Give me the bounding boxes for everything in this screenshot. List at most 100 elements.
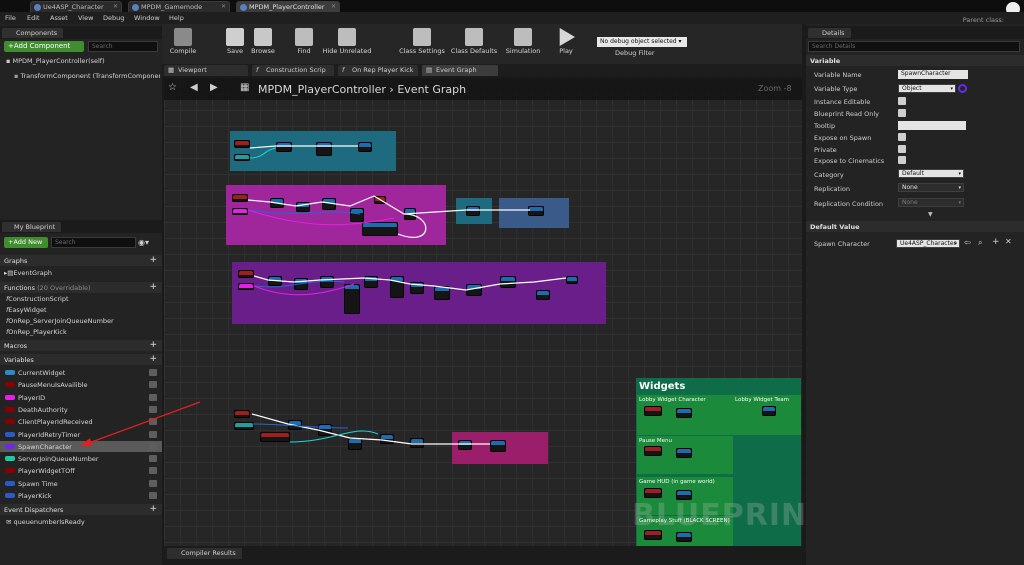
eye-icon[interactable]: [149, 381, 157, 389]
variable-section[interactable]: Variable: [806, 55, 1024, 66]
instance-editable-checkbox[interactable]: [898, 97, 906, 105]
browse-button[interactable]: Browse: [242, 26, 284, 62]
debug-object-select[interactable]: No debug object selected ▾: [597, 37, 687, 47]
document-tab-bar: Ue4ASP_Character ✕ MPDM_Gamemode ✕ MPDM_Pl…: [0, 0, 1024, 12]
add-icon[interactable]: +: [992, 237, 1000, 247]
add-icon[interactable]: +: [149, 504, 157, 514]
tab-on-rep-player-kick[interactable]: f On Rep Player Kick: [338, 65, 418, 76]
variable-type-dropdown[interactable]: Object ▾: [898, 84, 956, 93]
add-icon[interactable]: +: [149, 282, 157, 292]
use-selected-arrow-icon[interactable]: ⇦: [964, 238, 971, 247]
variable-item[interactable]: CurrentWidget: [0, 367, 162, 378]
component-self[interactable]: ▪ MPDM_PlayerController(self): [6, 57, 105, 65]
eye-icon[interactable]: [149, 467, 157, 475]
expose-to-cinematics-checkbox[interactable]: [898, 156, 906, 164]
close-icon[interactable]: ✕: [113, 3, 118, 10]
eye-icon[interactable]: [149, 479, 157, 487]
add-icon[interactable]: +: [149, 340, 157, 350]
graph-node[interactable]: [644, 406, 662, 416]
add-icon[interactable]: +: [149, 354, 157, 364]
default-value-section[interactable]: Default Value: [806, 221, 1024, 232]
tooltip-input[interactable]: [898, 121, 966, 130]
function-item[interactable]: fOnRep_PlayerKick: [6, 328, 67, 336]
tab-details[interactable]: Details: [808, 28, 851, 38]
function-item[interactable]: fOnRep_ServerJoinQueueNumber: [6, 317, 114, 325]
event-dispatchers-section[interactable]: Event Dispatchers +: [0, 504, 162, 515]
widgets-sub-title: Lobby Widget Team: [735, 397, 789, 403]
graph-node[interactable]: [676, 408, 692, 418]
tab-mpdm-playercontroller[interactable]: MPDM_PlayerController ✕: [236, 1, 340, 12]
graphs-section[interactable]: Graphs +: [0, 255, 162, 266]
add-new-button[interactable]: +Add New: [4, 237, 48, 248]
graph-node[interactable]: [762, 406, 776, 416]
play-button[interactable]: Play: [548, 26, 584, 62]
tab-event-graph[interactable]: ▤ Event Graph: [422, 65, 498, 76]
function-item[interactable]: fConstructionScript: [6, 295, 69, 303]
chevron-down-icon: ▾: [958, 200, 961, 206]
tab-components[interactable]: Components: [2, 28, 64, 38]
graph-icon: ▤: [426, 66, 433, 74]
menu-help[interactable]: Help: [169, 14, 184, 22]
expand-advanced-icon[interactable]: ▼: [928, 211, 933, 218]
function-item[interactable]: fEasyWidget: [6, 306, 47, 314]
category-dropdown[interactable]: Default ▾: [898, 169, 964, 178]
blueprint-read-only-checkbox[interactable]: [898, 109, 906, 117]
dispatcher-item[interactable]: ✉ queuenumberIsReady: [6, 518, 85, 526]
variable-item[interactable]: PlayerWidgetTOff: [0, 465, 162, 476]
replication-dropdown[interactable]: None ▾: [898, 183, 964, 192]
simulation-button[interactable]: Simulation: [500, 26, 546, 62]
hide-unrelated-button[interactable]: Hide Unrelated: [318, 26, 376, 62]
variable-item[interactable]: PlayerKick: [0, 490, 162, 501]
widgets-comment-title: Widgets: [639, 381, 686, 392]
private-checkbox[interactable]: [898, 145, 906, 153]
close-icon[interactable]: ✕: [331, 3, 336, 10]
add-component-button[interactable]: +Add Component: [4, 41, 84, 52]
tab-my-blueprint[interactable]: My Blueprint: [2, 222, 62, 232]
variable-item[interactable]: ServerJoinQueueNumber: [0, 453, 162, 464]
class-defaults-button[interactable]: Class Defaults: [450, 26, 498, 62]
my-blueprint-search-input[interactable]: Search: [51, 237, 136, 248]
components-search-input[interactable]: Search: [88, 41, 158, 52]
eye-icon[interactable]: [149, 492, 157, 499]
menu-file[interactable]: File: [5, 14, 16, 22]
clear-icon[interactable]: ✕: [1005, 237, 1012, 246]
tab-construction-script[interactable]: f Construction Scrip: [252, 65, 334, 76]
variable-item[interactable]: PauseMenuIsAvailible: [0, 379, 162, 390]
graph-node[interactable]: [644, 488, 662, 498]
menu-debug[interactable]: Debug: [103, 14, 124, 22]
menu-window[interactable]: Window: [134, 14, 160, 22]
variable-label: PlayerKick: [18, 492, 52, 500]
details-search-input[interactable]: Search Details: [808, 41, 1020, 52]
variable-label: PlayerWidgetTOff: [18, 467, 75, 476]
graph-node[interactable]: [676, 448, 692, 458]
class-settings-button[interactable]: Class Settings: [394, 26, 450, 62]
tab-ue4asp-character[interactable]: Ue4ASP_Character ✕: [30, 1, 122, 12]
details-header: Details: [806, 26, 1024, 39]
menu-view[interactable]: View: [78, 14, 93, 22]
variable-item[interactable]: Spawn Time: [0, 478, 162, 489]
spawn-character-asset-picker[interactable]: Ue4ASP_Character ▾: [896, 239, 960, 248]
visibility-eye-icon[interactable]: ◉▾: [138, 238, 149, 247]
expose-on-spawn-checkbox[interactable]: [898, 133, 906, 141]
compile-button[interactable]: Compile: [162, 26, 204, 62]
close-icon[interactable]: ✕: [221, 3, 226, 10]
variable-name-input[interactable]: SpawnCharacter: [898, 70, 968, 79]
tab-compiler-results[interactable]: Compiler Results: [167, 548, 242, 559]
menu-asset[interactable]: Asset: [50, 14, 68, 22]
menu-edit[interactable]: Edit: [27, 14, 40, 22]
browse-search-icon[interactable]: ⌕: [978, 238, 982, 248]
graph-node[interactable]: [644, 446, 662, 456]
eye-icon[interactable]: [149, 369, 157, 376]
container-type-icon[interactable]: [958, 84, 967, 93]
replication-condition-dropdown[interactable]: None ▾: [898, 198, 964, 207]
component-transform[interactable]: ▪ TransformComponent (TransformComponent…: [14, 72, 160, 80]
tab-viewport[interactable]: ▦ Viewport: [164, 65, 248, 76]
functions-section[interactable]: Functions (20 Overridable) +: [0, 282, 162, 293]
macros-section[interactable]: Macros +: [0, 340, 162, 351]
graph-eventgraph[interactable]: ▸▤EventGraph: [4, 269, 52, 277]
tab-mpdm-gamemode[interactable]: MPDM_Gamemode ✕: [128, 1, 230, 12]
add-icon[interactable]: +: [149, 255, 157, 265]
eye-icon[interactable]: [149, 455, 157, 463]
graph-node[interactable]: [676, 532, 692, 542]
variables-section[interactable]: Variables +: [0, 354, 162, 365]
